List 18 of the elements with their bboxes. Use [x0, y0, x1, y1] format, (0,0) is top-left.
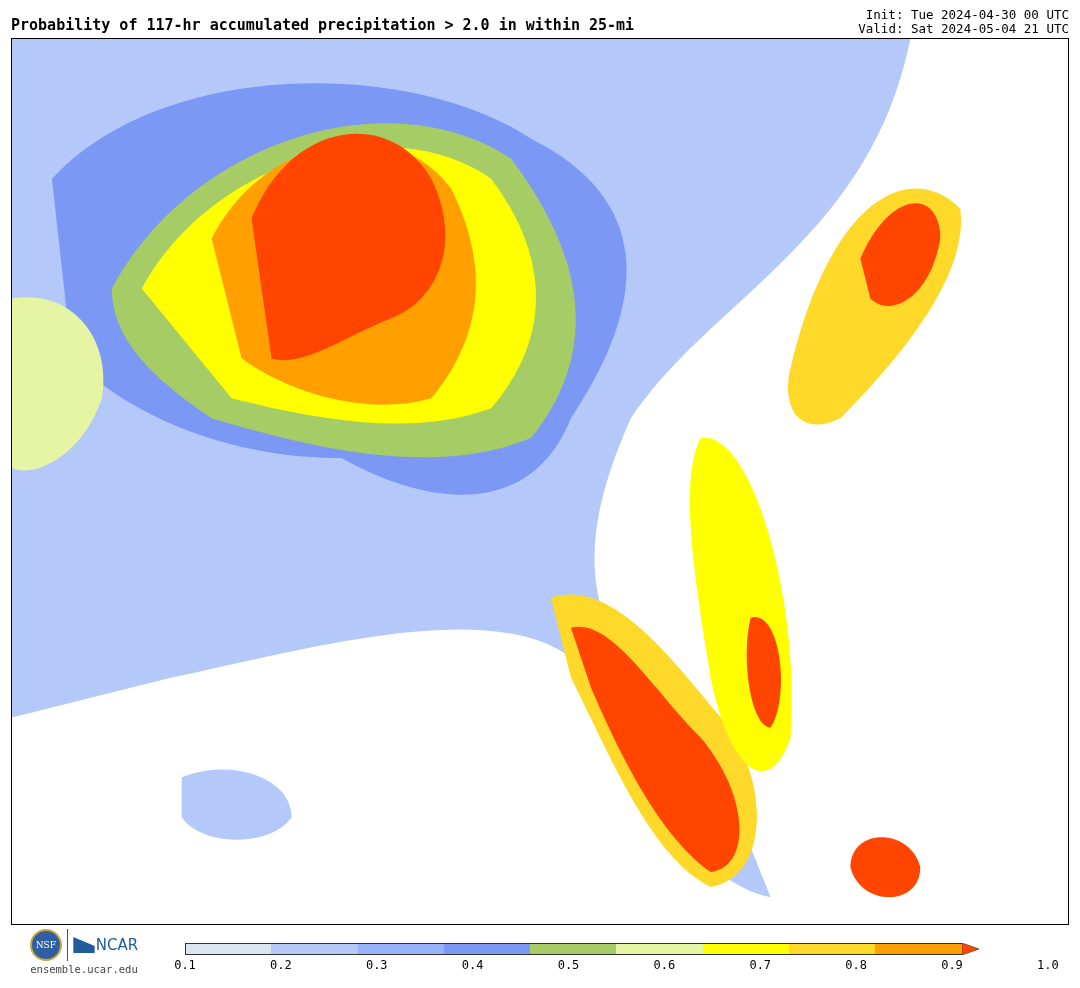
- colorbar-tick-label: 0.6: [652, 958, 677, 972]
- colorbar-tick-label: 0.7: [748, 958, 773, 972]
- colorbar-tick-label: 0.5: [556, 958, 581, 972]
- init-time: Init: Tue 2024-04-30 00 UTC: [865, 8, 1069, 22]
- nsf-logo: NSF: [29, 929, 62, 961]
- colorbar-tick-label: 0.8: [844, 958, 868, 972]
- colorbar-tick-label: 0.3: [364, 958, 389, 972]
- colorbar-arrow-icon: [961, 943, 979, 955]
- valid-time: Valid: Sat 2024-05-04 21 UTC: [858, 22, 1069, 36]
- ncar-logo: NCAR: [95, 936, 139, 954]
- ncar-logo-icon: [72, 937, 95, 953]
- colorbar-tick-label: 1.0: [1036, 958, 1060, 972]
- chart-title: Probability of 117-hr accumulated precipitation > 2.0 in within 25-mi: [11, 16, 635, 36]
- colorbar-tick-label: 0.4: [460, 958, 485, 972]
- colorbar-tick-label: 0.2: [269, 958, 293, 972]
- colorbar-tick-label: 0.9: [940, 958, 964, 972]
- website-url: ensemble.ucar.edu: [30, 963, 138, 975]
- colorbar-tick-label: 0.1: [173, 958, 197, 972]
